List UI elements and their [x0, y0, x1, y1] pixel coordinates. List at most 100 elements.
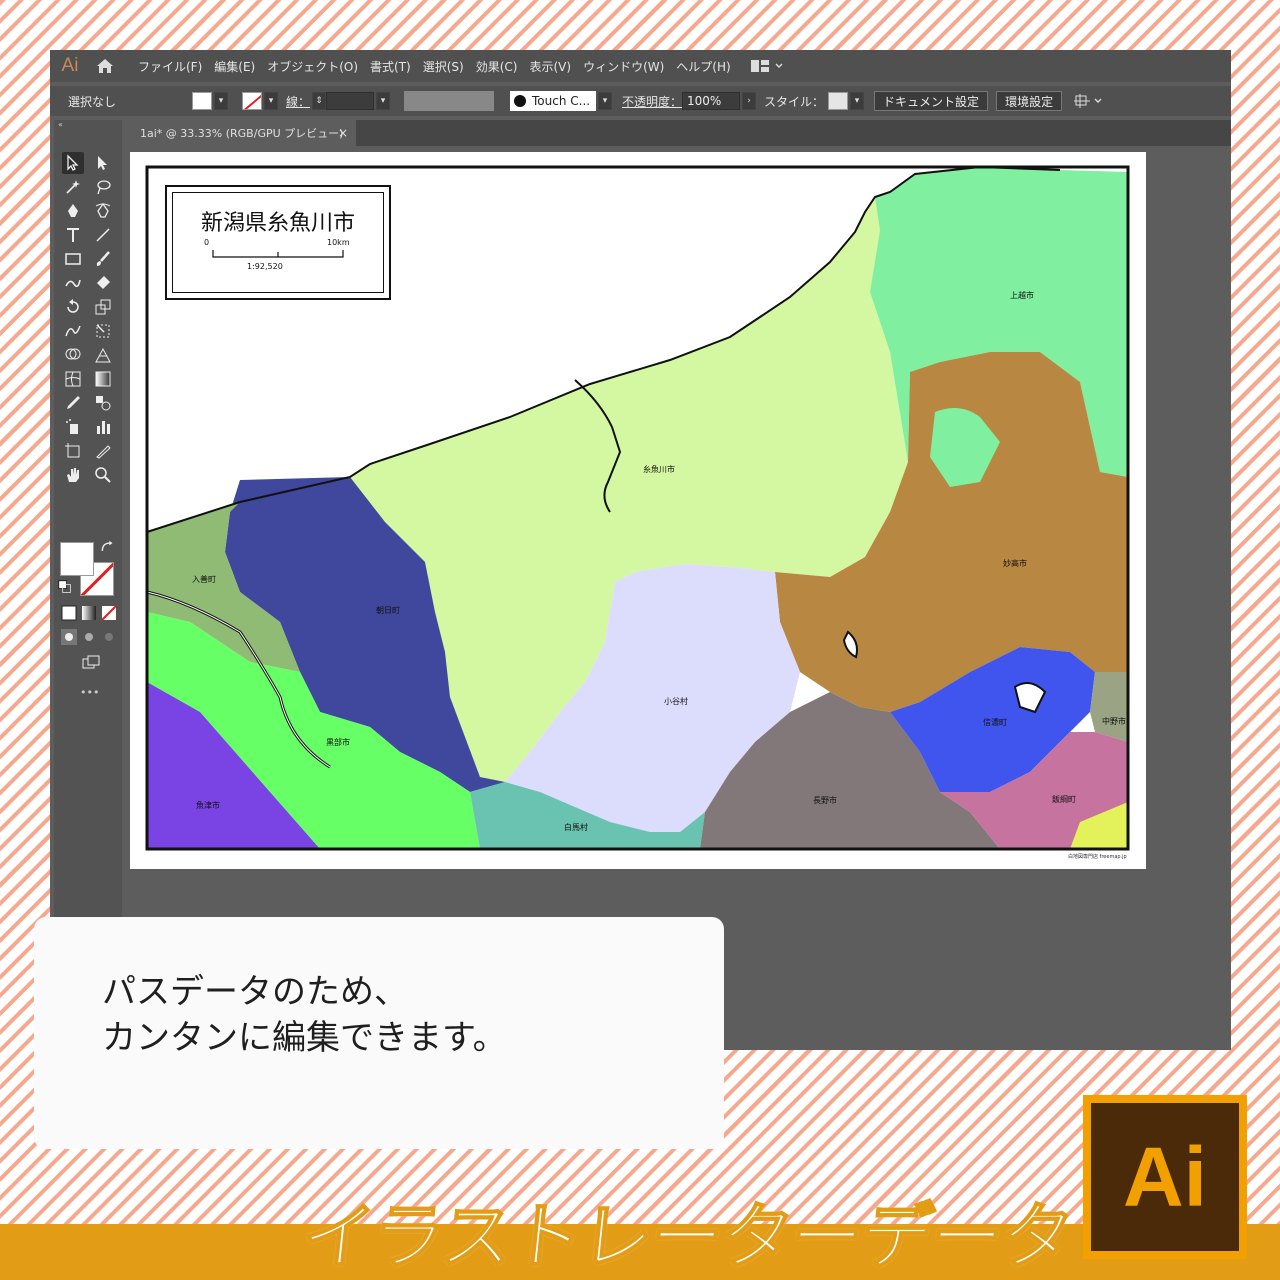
eyedropper-tool-icon[interactable]	[62, 392, 84, 414]
shaper-tool-icon[interactable]	[62, 272, 84, 294]
selection-tool-icon[interactable]	[62, 152, 84, 174]
lasso-tool-icon[interactable]	[92, 176, 114, 198]
brush-definition[interactable]: Touch C...	[510, 91, 597, 111]
map-legend-box: 新潟県糸魚川市 0 10km 1:92,520	[165, 185, 391, 300]
graphic-style-swatch[interactable]	[828, 92, 849, 110]
stroke-weight-dropdown[interactable]: ▾	[376, 92, 391, 110]
mesh-tool-icon[interactable]	[62, 368, 84, 390]
label-itoigawa: 糸魚川市	[643, 464, 675, 474]
gradient-mode-icon[interactable]	[80, 604, 98, 622]
menu-select[interactable]: 選択(S)	[417, 58, 470, 75]
opacity-label[interactable]: 不透明度：	[622, 93, 682, 110]
label-kurobe: 黒部市	[326, 737, 350, 747]
brush-name: Touch C...	[532, 94, 591, 108]
brush-dot-icon	[514, 95, 527, 107]
draw-normal-icon[interactable]	[60, 628, 78, 646]
caption-line-2: カンタンに編集できます。	[102, 1018, 507, 1058]
document-tab-bar: 1ai* @ 33.33% (RGB/GPU プレビュー) ×	[130, 120, 1231, 146]
chevron-down-icon	[1094, 98, 1102, 103]
variable-width-profile[interactable]	[404, 91, 495, 111]
gradient-tool-icon[interactable]	[92, 368, 114, 390]
direct-selection-tool-icon[interactable]	[92, 152, 114, 174]
label-iizuna: 飯綱町	[1052, 794, 1076, 804]
blend-tool-icon[interactable]	[92, 392, 114, 414]
home-icon[interactable]	[90, 50, 120, 82]
arrange-icon	[1074, 94, 1091, 108]
type-tool-icon[interactable]	[62, 224, 84, 246]
menu-file[interactable]: ファイル(F)	[132, 58, 208, 75]
swap-fill-stroke-icon[interactable]	[100, 540, 114, 554]
caption-line-1: パスデータのため、	[102, 972, 408, 1012]
zoom-tool-icon[interactable]	[92, 464, 114, 486]
selection-status: 選択なし	[68, 94, 117, 109]
opacity-field[interactable]: 100%	[682, 92, 741, 110]
document-tab-title: 1ai* @ 33.33% (RGB/GPU プレビュー)	[140, 127, 344, 140]
menu-bar: Ai ファイル(F) 編集(E) オブジェクト(O) 書式(T) 選択(S) 効…	[50, 50, 1231, 82]
default-fill-stroke-icon[interactable]	[58, 580, 72, 594]
control-bar: 選択なし ▾ ▾ 線： ⇕ ▾ Touch C... ▾ 不透明度： 100% …	[50, 86, 1231, 116]
shape-builder-tool-icon[interactable]	[62, 344, 84, 366]
chevron-down-icon	[775, 63, 783, 68]
stroke-weight-field[interactable]	[326, 92, 375, 110]
column-graph-tool-icon[interactable]	[92, 416, 114, 438]
eraser-tool-icon[interactable]	[92, 272, 114, 294]
illustrator-logo-badge: Ai	[1083, 1095, 1247, 1259]
symbol-sprayer-tool-icon[interactable]	[62, 416, 84, 438]
none-mode-icon[interactable]	[100, 604, 118, 622]
fill-swatch[interactable]	[192, 92, 212, 110]
opacity-arrow[interactable]: ›	[742, 92, 757, 110]
app-logo: Ai	[61, 55, 79, 76]
artboard-tool-icon[interactable]	[62, 440, 84, 462]
perspective-grid-tool-icon[interactable]	[92, 344, 114, 366]
tools-panel: « •••	[54, 120, 122, 920]
slice-tool-icon[interactable]	[92, 440, 114, 462]
workspace-icon	[750, 60, 769, 72]
color-mode-icon[interactable]	[60, 604, 78, 622]
brush-dropdown[interactable]: ▾	[598, 92, 613, 110]
more-tools-button[interactable]: •••	[80, 686, 99, 699]
rectangle-tool-icon[interactable]	[62, 248, 84, 270]
draw-behind-icon[interactable]	[80, 628, 98, 646]
menu-view[interactable]: 表示(V)	[523, 58, 577, 75]
panel-collapse-icon[interactable]: «	[54, 120, 122, 132]
menu-edit[interactable]: 編集(E)	[208, 58, 261, 75]
screen-mode-icon[interactable]	[80, 652, 102, 674]
caption-text: パスデータのため、 カンタンに編集できます。	[102, 969, 507, 1061]
label-nyuzen: 入善町	[192, 574, 216, 584]
menu-object[interactable]: オブジェクト(O)	[261, 58, 364, 75]
stroke-dropdown[interactable]: ▾	[264, 92, 278, 110]
arrange-documents-button[interactable]	[1074, 94, 1102, 108]
free-transform-tool-icon[interactable]	[92, 320, 114, 342]
magic-wand-tool-icon[interactable]	[62, 176, 84, 198]
menu-help[interactable]: ヘルプ(H)	[670, 58, 736, 75]
scale-tool-icon[interactable]	[92, 296, 114, 318]
paintbrush-tool-icon[interactable]	[92, 248, 114, 270]
close-icon[interactable]: ×	[338, 126, 348, 140]
menu-window[interactable]: ウィンドウ(W)	[577, 58, 670, 75]
document-setup-button[interactable]: ドキュメント設定	[874, 91, 989, 111]
fill-color-swatch[interactable]	[60, 542, 94, 576]
stroke-swatch[interactable]	[242, 92, 262, 110]
curvature-tool-icon[interactable]	[92, 200, 114, 222]
workspace-switcher[interactable]	[750, 60, 783, 72]
caption-card: パスデータのため、 カンタンに編集できます。	[34, 917, 724, 1149]
fill-dropdown[interactable]: ▾	[214, 92, 228, 110]
style-label: スタイル：	[764, 94, 825, 109]
illustrator-window: Ai ファイル(F) 編集(E) オブジェクト(O) 書式(T) 選択(S) 効…	[50, 50, 1231, 1050]
line-tool-icon[interactable]	[92, 224, 114, 246]
menu-effect[interactable]: 効果(C)	[470, 58, 524, 75]
stroke-label[interactable]: 線：	[286, 93, 310, 110]
style-dropdown[interactable]: ▾	[850, 92, 865, 110]
document-tab[interactable]: 1ai* @ 33.33% (RGB/GPU プレビュー) ×	[130, 120, 356, 146]
preferences-button[interactable]: 環境設定	[996, 91, 1063, 111]
label-joetsu: 上越市	[1010, 290, 1034, 300]
pen-tool-icon[interactable]	[62, 200, 84, 222]
footer-title: イラストレーターデータ	[297, 1194, 1076, 1280]
hand-tool-icon[interactable]	[62, 464, 84, 486]
menu-type[interactable]: 書式(T)	[364, 58, 417, 75]
region-nakano	[1090, 672, 1128, 742]
draw-inside-icon[interactable]	[100, 628, 118, 646]
rotate-tool-icon[interactable]	[62, 296, 84, 318]
stroke-weight-stepper[interactable]: ⇕	[312, 92, 327, 110]
warp-tool-icon[interactable]	[62, 320, 84, 342]
